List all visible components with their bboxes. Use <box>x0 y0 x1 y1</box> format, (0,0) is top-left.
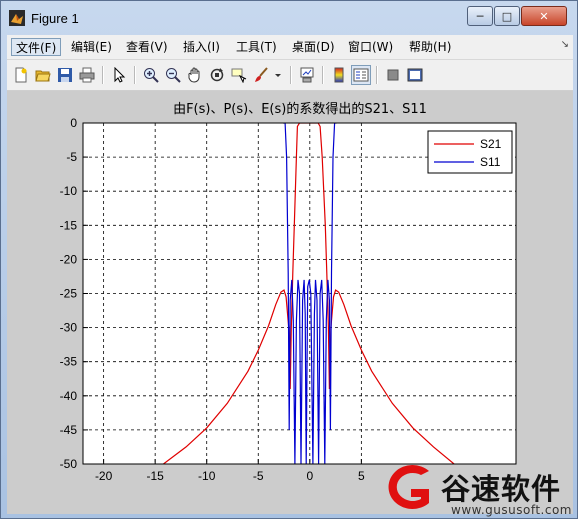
figure-window: Figure 1 ─ □ ✕ 文件(F) 编辑(E) 查看(V) 插入(I) 工… <box>0 0 578 519</box>
menu-desktop[interactable]: 桌面(D) <box>288 38 339 56</box>
data-cursor-icon[interactable] <box>229 65 249 85</box>
rotate-3d-icon[interactable] <box>207 65 227 85</box>
y-tick-label: -10 <box>60 184 78 198</box>
minimize-button[interactable]: ─ <box>467 6 493 26</box>
y-tick-label: -35 <box>60 355 78 369</box>
menu-insert[interactable]: 插入(I) <box>179 38 224 56</box>
close-button[interactable]: ✕ <box>521 6 567 26</box>
open-file-icon[interactable] <box>33 65 53 85</box>
x-tick-label: -5 <box>253 469 264 483</box>
legend-label: S21 <box>480 137 502 151</box>
new-figure-icon[interactable] <box>11 65 31 85</box>
figure-toolbar <box>7 60 573 91</box>
zoom-in-icon[interactable] <box>141 65 161 85</box>
y-tick-label: 0 <box>70 116 77 130</box>
y-tick-label: -40 <box>60 389 78 403</box>
menu-help[interactable]: 帮助(H) <box>405 38 455 56</box>
x-tick-label: -15 <box>146 469 164 483</box>
show-plot-tools-icon[interactable] <box>405 65 425 85</box>
title-bar[interactable]: Figure 1 ─ □ ✕ <box>1 1 577 35</box>
toolbar-separator <box>134 66 136 84</box>
zoom-out-icon[interactable] <box>163 65 183 85</box>
minimize-icon: ─ <box>476 9 484 23</box>
watermark-logo <box>388 465 429 509</box>
maximize-icon: □ <box>501 9 513 23</box>
menu-file[interactable]: 文件(F) <box>11 38 62 56</box>
pan-hand-icon[interactable] <box>185 65 205 85</box>
legend[interactable]: S21S11 <box>427 130 513 174</box>
save-icon[interactable] <box>55 65 75 85</box>
menu-edit[interactable]: 编辑(E) <box>67 38 116 56</box>
toolbar-separator <box>102 66 104 84</box>
x-tick-label: -20 <box>95 469 113 483</box>
toolbar-separator <box>376 66 378 84</box>
y-tick-label: -45 <box>60 423 78 437</box>
select-arrow-icon[interactable] <box>109 65 129 85</box>
maximize-button[interactable]: □ <box>494 6 520 26</box>
figure-canvas: 由F(s)、P(s)、E(s)的系数得出的S21、S11 -20 -15 -10 -5… <box>7 91 573 514</box>
x-tick-label: 0 <box>306 469 313 483</box>
hide-plot-tools-icon[interactable] <box>383 65 403 85</box>
x-tick-label: 5 <box>358 469 365 483</box>
y-tick-label: -15 <box>60 218 78 232</box>
menu-bar: 文件(F) 编辑(E) 查看(V) 插入(I) 工具(T) 桌面(D) 窗口(W… <box>7 35 573 60</box>
x-tick-label: -10 <box>198 469 216 483</box>
menu-window[interactable]: 窗口(W) <box>344 38 397 56</box>
plot-area[interactable]: 由F(s)、P(s)、E(s)的系数得出的S21、S11 -20 -15 -10 -5… <box>7 91 573 514</box>
watermark-brand: 谷速软件 <box>441 472 562 506</box>
y-tick-label: -5 <box>66 150 77 164</box>
menu-view[interactable]: 查看(V) <box>122 38 172 56</box>
close-icon: ✕ <box>539 9 549 23</box>
toolbar-separator <box>290 66 292 84</box>
y-tick-label: -30 <box>60 321 78 335</box>
toolbar-separator <box>322 66 324 84</box>
y-tick-label: -25 <box>60 287 78 301</box>
brush-icon[interactable] <box>251 65 271 85</box>
y-tick-label: -20 <box>60 252 78 266</box>
matlab-icon <box>9 10 25 26</box>
link-plot-icon[interactable] <box>297 65 317 85</box>
chart-title: 由F(s)、P(s)、E(s)的系数得出的S21、S11 <box>173 101 427 117</box>
window-title: Figure 1 <box>31 11 79 26</box>
colorbar-icon[interactable] <box>329 65 349 85</box>
y-tick-label: -50 <box>60 457 78 471</box>
watermark-url: www.gususoft.com <box>451 503 572 517</box>
legend-icon[interactable] <box>351 65 371 85</box>
dropdown-arrow-icon[interactable] <box>273 65 283 85</box>
dock-arrow-icon[interactable]: ↘ <box>561 39 569 50</box>
print-icon[interactable] <box>77 65 97 85</box>
menu-tools[interactable]: 工具(T) <box>232 38 281 56</box>
legend-label: S11 <box>480 155 501 169</box>
